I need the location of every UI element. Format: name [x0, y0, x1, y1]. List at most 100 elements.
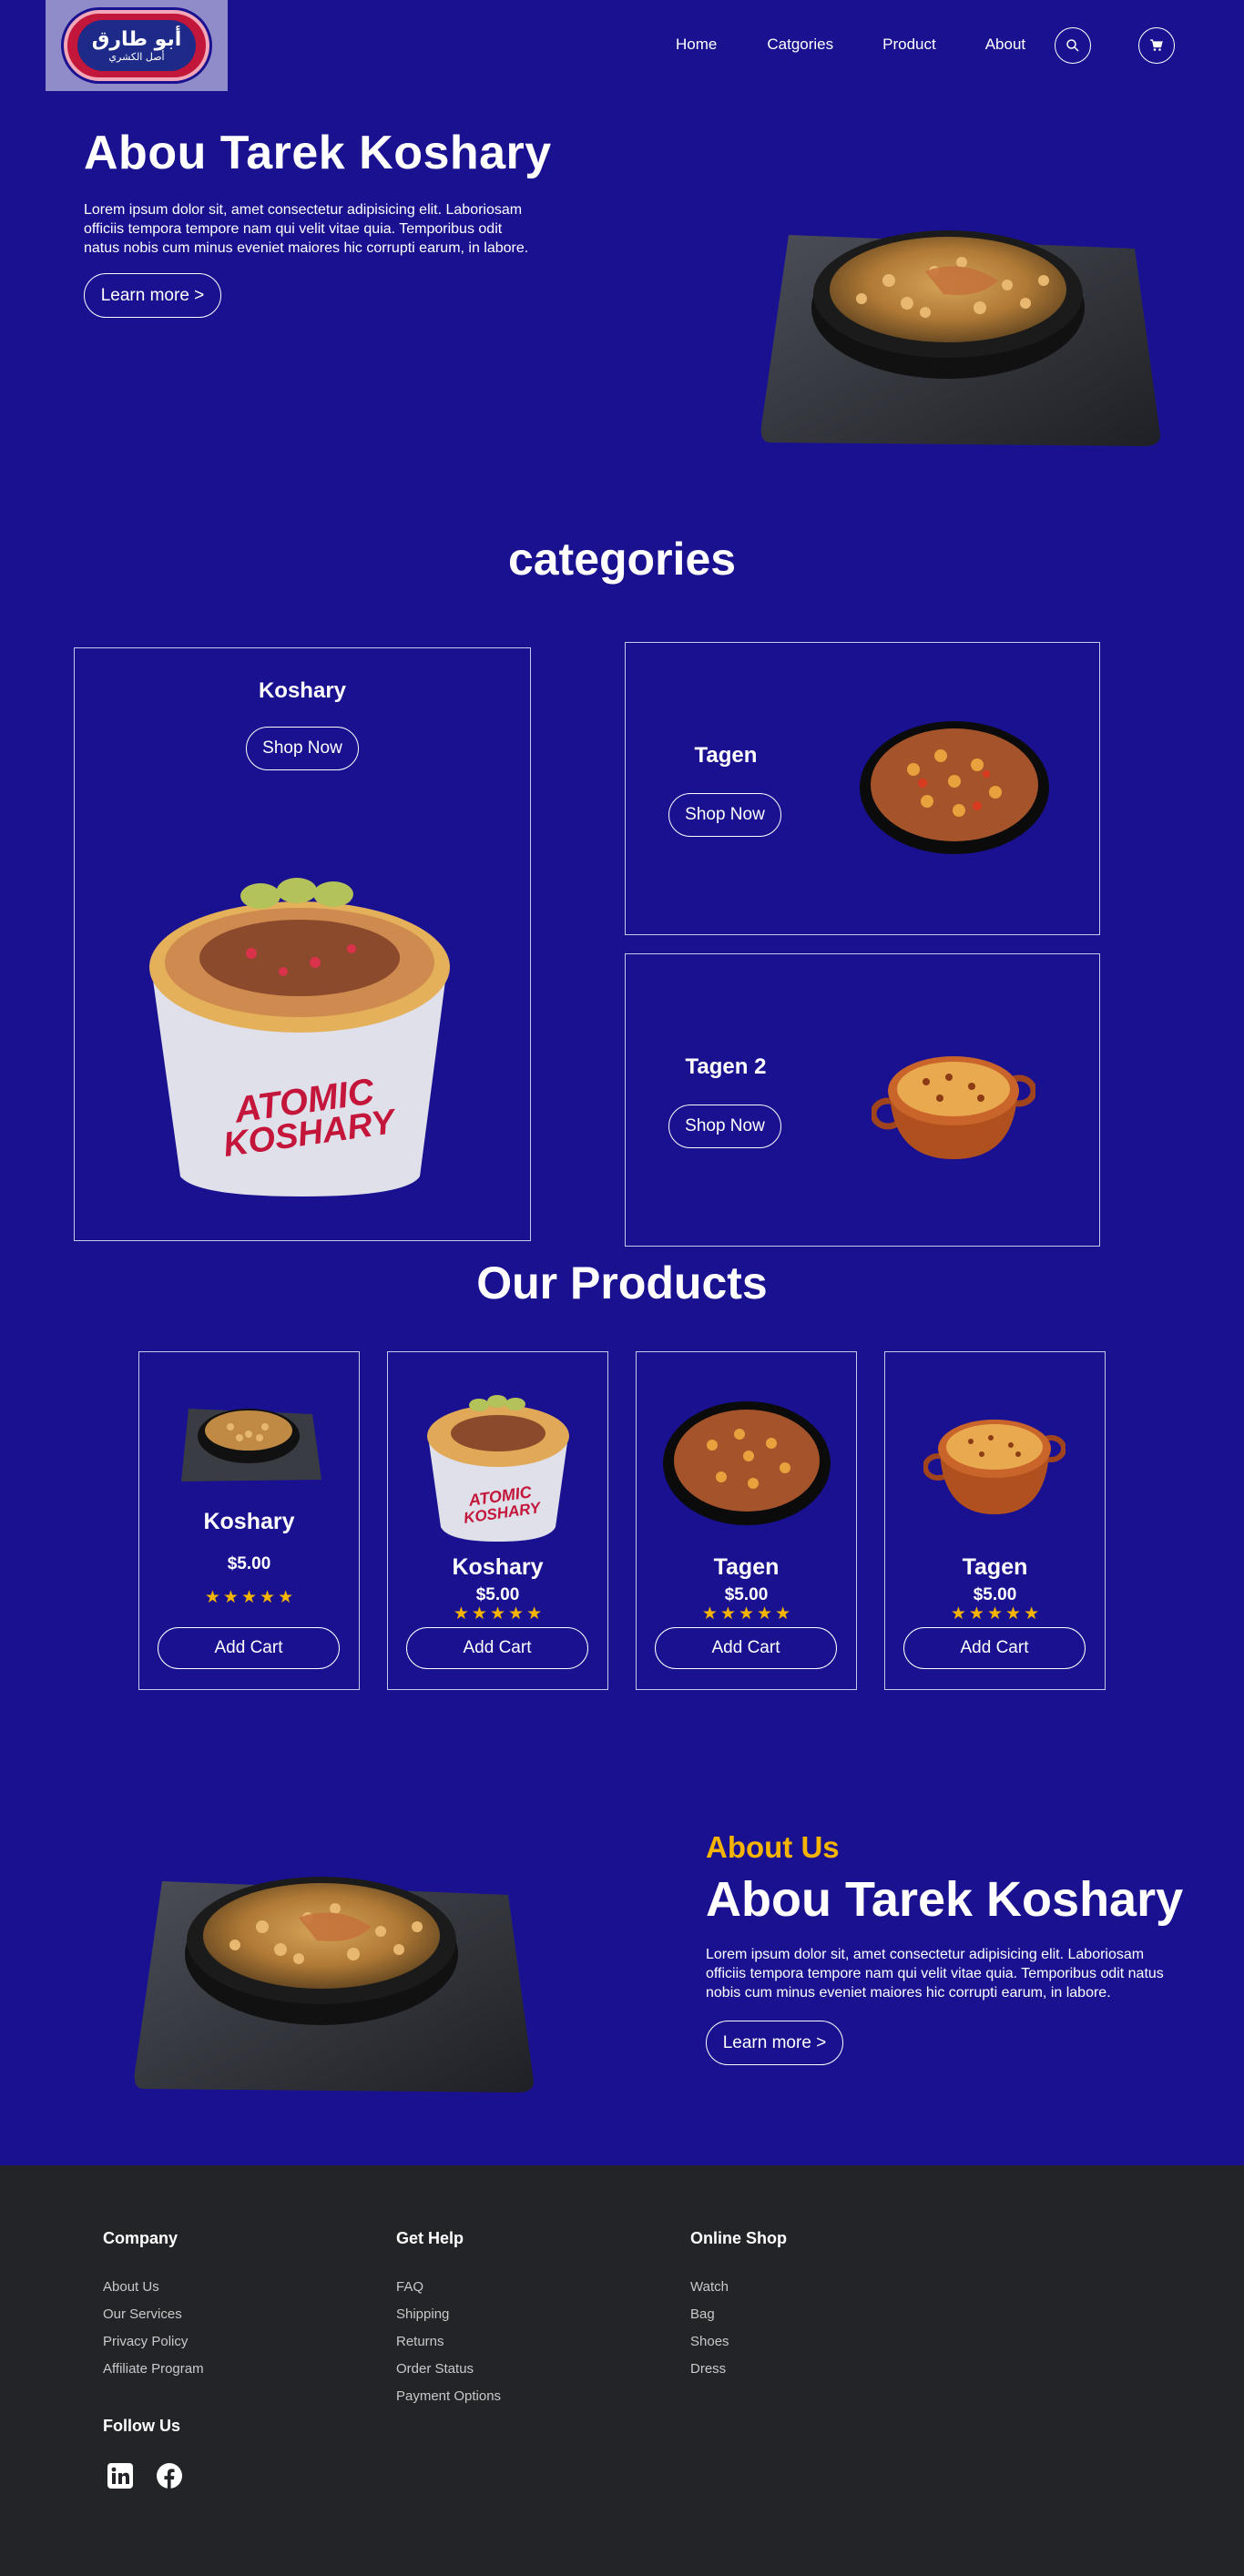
- nav-home[interactable]: Home: [676, 36, 717, 54]
- hero-description: Lorem ipsum dolor sit, amet consectetur …: [84, 202, 529, 256]
- footer-link-order-status[interactable]: Order Status: [396, 2361, 501, 2377]
- site-footer: Company About Us Our Services Privacy Po…: [0, 2165, 1244, 2576]
- category-card-tagen[interactable]: Tagen Shop Now: [625, 642, 1100, 935]
- product-price: $5.00: [227, 1554, 271, 1573]
- product-name: Tagen: [713, 1554, 780, 1580]
- logo-sub-text: أصل الكشري: [108, 50, 165, 63]
- logo-inner: أبو طارق أصل الكشري: [77, 20, 196, 71]
- logo-badge: أبو طارق أصل الكشري: [64, 10, 209, 81]
- add-cart-button[interactable]: Add Cart: [158, 1627, 340, 1669]
- footer-heading: Online Shop: [690, 2229, 787, 2247]
- star-icon: ★: [757, 1604, 773, 1624]
- logo[interactable]: أبو طارق أصل الكشري: [46, 0, 228, 91]
- footer-link-dress[interactable]: Dress: [690, 2361, 787, 2377]
- footer-link-bag[interactable]: Bag: [690, 2306, 787, 2322]
- footer-link-payment-options[interactable]: Payment Options: [396, 2388, 501, 2404]
- star-icon: ★: [489, 1604, 506, 1624]
- product-rating: ★ ★ ★ ★ ★: [637, 1605, 856, 1623]
- about-title: Abou Tarek Koshary: [706, 1872, 1184, 1927]
- category-card-koshary[interactable]: Koshary Shop Now ATOMIC KOSHARY: [74, 647, 531, 1241]
- hero-title: Abou Tarek Koshary: [84, 127, 552, 179]
- category-name: Tagen 2: [685, 1054, 767, 1079]
- star-icon: ★: [719, 1604, 736, 1624]
- star-icon: ★: [968, 1604, 984, 1624]
- product-image-tagen-pot: [923, 1420, 1066, 1514]
- about-learn-more-button[interactable]: Learn more >: [706, 2021, 843, 2065]
- follow-us-heading: Follow Us: [103, 2417, 180, 2435]
- footer-link-privacy-policy[interactable]: Privacy Policy: [103, 2334, 204, 2349]
- footer-link-returns[interactable]: Returns: [396, 2334, 501, 2349]
- category-name: Koshary: [258, 678, 347, 703]
- search-button[interactable]: [1055, 27, 1091, 64]
- tagen-bowl-image: [860, 721, 1049, 854]
- star-icon: ★: [204, 1588, 220, 1607]
- nav-categories[interactable]: Catgories: [767, 36, 833, 54]
- cart-button[interactable]: [1138, 27, 1175, 64]
- product-rating: ★ ★ ★ ★ ★: [885, 1605, 1105, 1623]
- add-cart-button[interactable]: Add Cart: [903, 1627, 1086, 1669]
- star-icon: ★: [775, 1604, 791, 1624]
- star-icon: ★: [701, 1604, 718, 1624]
- about-koshary-plate-image: [134, 1877, 534, 2092]
- star-icon: ★: [222, 1588, 239, 1607]
- footer-link-our-services[interactable]: Our Services: [103, 2306, 204, 2322]
- add-cart-button[interactable]: Add Cart: [406, 1627, 588, 1669]
- footer-link-shoes[interactable]: Shoes: [690, 2334, 787, 2349]
- koshary-cup-image: ATOMIC KOSHARY: [149, 878, 450, 1196]
- product-name: Koshary: [203, 1509, 295, 1534]
- star-icon: ★: [471, 1604, 487, 1624]
- tagen-pot-image: [872, 1056, 1035, 1159]
- product-card[interactable]: Koshary $5.00 ★ ★ ★ ★ ★ Add Cart: [138, 1351, 360, 1690]
- product-price: $5.00: [724, 1585, 769, 1604]
- shop-now-button[interactable]: Shop Now: [668, 1105, 781, 1148]
- product-rating: ★ ★ ★ ★ ★: [139, 1589, 359, 1606]
- star-icon: ★: [1024, 1604, 1040, 1624]
- footer-company-column: Company About Us Our Services Privacy Po…: [103, 2229, 204, 2388]
- star-icon: ★: [278, 1588, 294, 1607]
- product-card[interactable]: Tagen $5.00 ★ ★ ★ ★ ★ Add Cart: [636, 1351, 857, 1690]
- nav-about[interactable]: About: [985, 36, 1025, 54]
- footer-link-watch[interactable]: Watch: [690, 2279, 787, 2295]
- facebook-icon[interactable]: [156, 2462, 183, 2489]
- star-icon: ★: [738, 1604, 755, 1624]
- star-icon: ★: [1005, 1604, 1022, 1624]
- cart-icon: [1150, 39, 1163, 51]
- categories-title: categories: [507, 534, 737, 585]
- star-icon: ★: [986, 1604, 1004, 1624]
- search-icon: [1066, 39, 1079, 52]
- star-icon: ★: [526, 1604, 543, 1624]
- product-image-koshary-cup: ATOMIC KOSHARY: [427, 1395, 569, 1542]
- product-card[interactable]: ATOMIC KOSHARY Koshary $5.00 ★ ★ ★ ★ ★ Add C…: [387, 1351, 608, 1690]
- category-card-tagen-2[interactable]: Tagen 2 Shop Now: [625, 953, 1100, 1247]
- product-rating: ★ ★ ★ ★ ★: [388, 1605, 607, 1623]
- category-name: Tagen: [694, 743, 758, 768]
- nav-product[interactable]: Product: [882, 36, 936, 54]
- product-name: Tagen: [962, 1554, 1028, 1580]
- footer-link-affiliate-program[interactable]: Affiliate Program: [103, 2361, 204, 2377]
- koshary-plate-image: [760, 230, 1160, 446]
- footer-help-column: Get Help FAQ Shipping Returns Order Stat…: [396, 2229, 501, 2416]
- footer-link-about-us[interactable]: About Us: [103, 2279, 204, 2295]
- footer-heading: Company: [103, 2229, 178, 2247]
- product-image-tagen-bowl: [663, 1401, 831, 1525]
- products-title: Our Products: [476, 1257, 768, 1308]
- footer-heading: Get Help: [396, 2229, 464, 2247]
- footer-shop-column: Online Shop Watch Bag Shoes Dress: [690, 2229, 787, 2388]
- product-card[interactable]: Tagen $5.00 ★ ★ ★ ★ ★ Add Cart: [884, 1351, 1106, 1690]
- shop-now-button[interactable]: Shop Now: [668, 793, 781, 837]
- main-nav: Home Catgories Product About: [676, 36, 1073, 54]
- site-header: أبو طارق أصل الكشري Home Catgories Produ…: [0, 0, 1244, 91]
- linkedin-icon[interactable]: [107, 2462, 134, 2489]
- star-icon: ★: [260, 1588, 276, 1607]
- footer-link-shipping[interactable]: Shipping: [396, 2306, 501, 2322]
- hero-learn-more-button[interactable]: Learn more >: [84, 273, 221, 318]
- product-image-koshary-plate: [181, 1409, 321, 1481]
- star-icon: ★: [453, 1604, 469, 1624]
- star-icon: ★: [950, 1604, 966, 1624]
- shop-now-button[interactable]: Shop Now: [246, 727, 359, 770]
- add-cart-button[interactable]: Add Cart: [655, 1627, 837, 1669]
- star-icon: ★: [508, 1604, 525, 1624]
- logo-main-text: أبو طارق: [91, 27, 182, 51]
- footer-link-faq[interactable]: FAQ: [396, 2279, 501, 2295]
- about-label: About Us: [706, 1830, 840, 1864]
